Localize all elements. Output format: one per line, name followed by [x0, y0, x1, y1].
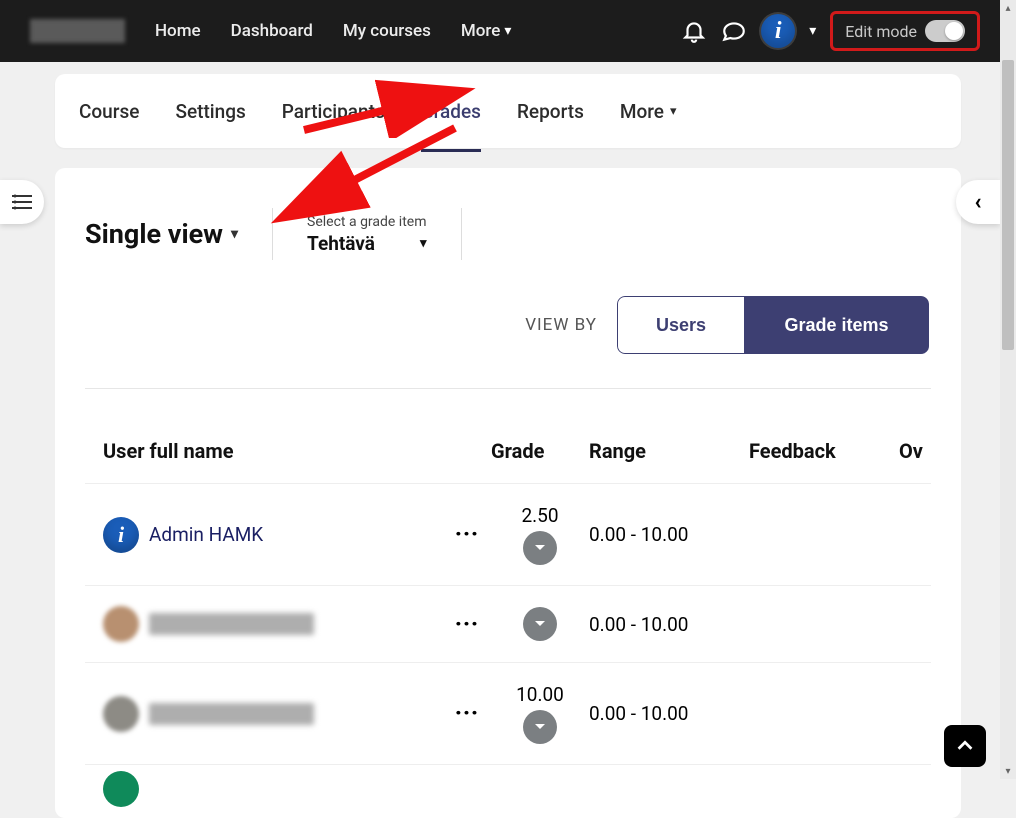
grade-cell: 10.00	[491, 683, 589, 744]
grade-cell: 2.50	[491, 504, 589, 565]
user-link[interactable]	[149, 703, 314, 725]
chevron-down-icon: ▾	[504, 23, 511, 39]
user-link[interactable]: Admin HAMK	[149, 523, 263, 546]
edit-mode-outline: Edit mode	[830, 11, 980, 51]
col-range: Range	[589, 439, 749, 463]
viewby-row: VIEW BY Users Grade items	[85, 296, 931, 354]
divider	[85, 388, 931, 389]
user-cell	[103, 606, 443, 642]
window-scrollbar[interactable]: ▴ ▾	[1000, 0, 1016, 779]
speech-icon[interactable]	[721, 18, 747, 44]
chevron-down-icon[interactable]: ▾	[420, 236, 427, 251]
tab-grades[interactable]: Grades	[421, 100, 481, 152]
scrollbar-down-icon[interactable]: ▾	[1000, 763, 1016, 779]
nav-more[interactable]: More▾	[461, 21, 512, 41]
tab-course[interactable]: Course	[79, 100, 139, 123]
nav-mycourses[interactable]: My courses	[343, 21, 431, 41]
view-selector[interactable]: Single view ▾	[85, 218, 238, 250]
course-tabs: Course Settings Participants Grades Repo…	[55, 74, 961, 148]
row-actions[interactable]: ···	[443, 701, 491, 726]
user-cell	[103, 696, 443, 732]
edit-mode-label: Edit mode	[845, 22, 917, 41]
chevron-down-icon: ▾	[231, 226, 238, 242]
viewby-gradeitems-button[interactable]: Grade items	[745, 296, 929, 354]
avatar[interactable]: i	[103, 517, 139, 553]
table-row	[85, 764, 931, 813]
row-actions[interactable]: ···	[443, 612, 491, 637]
grade-dropdown[interactable]	[523, 710, 557, 744]
grade-cell	[491, 607, 589, 641]
col-user[interactable]: User full name	[103, 439, 443, 463]
grade-dropdown[interactable]	[523, 607, 557, 641]
top-nav: Home Dashboard My courses More▾	[155, 21, 511, 41]
tab-settings[interactable]: Settings	[175, 100, 245, 123]
bell-icon[interactable]	[681, 18, 707, 44]
drawer-toggle-left[interactable]	[0, 180, 44, 224]
grade-item-label: Select a grade item	[307, 214, 426, 230]
tab-participants[interactable]: Participants	[282, 100, 385, 123]
user-cell: i Admin HAMK	[103, 517, 443, 553]
avatar[interactable]	[103, 696, 139, 732]
row-actions[interactable]: ···	[443, 522, 491, 547]
user-avatar[interactable]: i	[761, 14, 795, 48]
range-cell: 0.00 - 10.00	[589, 613, 749, 636]
drawer-toggle-right[interactable]: ‹	[956, 180, 1000, 224]
tab-reports[interactable]: Reports	[517, 100, 584, 123]
avatar[interactable]	[103, 606, 139, 642]
range-cell: 0.00 - 10.00	[589, 702, 749, 725]
site-logo[interactable]	[30, 19, 125, 43]
scroll-to-top-button[interactable]	[944, 725, 986, 767]
viewby-label: VIEW BY	[525, 315, 597, 335]
viewby-users-button[interactable]: Users	[617, 296, 745, 354]
divider	[272, 208, 273, 260]
col-grade: Grade	[491, 439, 589, 463]
scrollbar-thumb[interactable]	[1002, 60, 1014, 350]
table-row: i Admin HAMK ··· 2.50 0.00 - 10.00	[85, 483, 931, 585]
scrollbar-up-icon[interactable]: ▴	[1000, 0, 1016, 16]
chevron-down-icon: ▾	[670, 104, 677, 119]
divider	[461, 208, 462, 260]
table-header: User full name Grade Range Feedback Ov	[85, 419, 931, 483]
nav-home[interactable]: Home	[155, 21, 201, 41]
top-icons: i ▾ Edit mode	[681, 11, 980, 51]
avatar[interactable]	[103, 771, 139, 807]
tab-more[interactable]: More▾	[620, 100, 677, 123]
grade-item-selector[interactable]: Select a grade item Tehtävä▾	[307, 214, 426, 255]
table-row: ··· 0.00 - 10.00	[85, 585, 931, 662]
table-row: ··· 10.00 0.00 - 10.00	[85, 662, 931, 764]
col-feedback: Feedback	[749, 439, 899, 463]
viewby-segment: Users Grade items	[617, 296, 929, 354]
range-cell: 0.00 - 10.00	[589, 523, 749, 546]
selector-row: Single view ▾ Select a grade item Tehtäv…	[85, 208, 931, 260]
grades-table: User full name Grade Range Feedback Ov i…	[85, 419, 931, 813]
grade-dropdown[interactable]	[523, 531, 557, 565]
user-menu-chevron-icon[interactable]: ▾	[809, 23, 816, 39]
top-navbar: Home Dashboard My courses More▾ i ▾ Edit…	[0, 0, 1000, 62]
user-link[interactable]	[149, 613, 314, 635]
col-override: Ov	[899, 439, 931, 463]
edit-mode-toggle[interactable]	[925, 20, 965, 42]
content-card: Single view ▾ Select a grade item Tehtäv…	[55, 168, 961, 818]
nav-dashboard[interactable]: Dashboard	[231, 21, 313, 41]
